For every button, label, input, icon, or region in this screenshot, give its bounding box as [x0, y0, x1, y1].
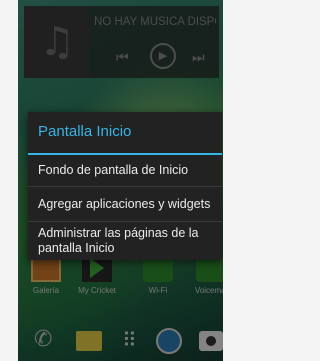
menu-item-manage-pages[interactable]: Administrar las páginas de la pantalla I…: [28, 222, 222, 260]
menu-item-label: Administrar las páginas de la pantalla I…: [38, 226, 199, 255]
menu-item-add-apps-widgets[interactable]: Agregar aplicaciones y widgets: [28, 187, 222, 222]
menu-item-wallpaper[interactable]: Fondo de pantalla de Inicio: [28, 155, 222, 187]
menu-item-label: Fondo de pantalla de Inicio: [38, 163, 189, 177]
home-screen-menu-dialog: Pantalla Inicio Fondo de pantalla de Ini…: [28, 112, 222, 260]
home-screen: ♫ NO HAY MÚSICA DISPONIBLE ⏮ ▶ ⏭ Galería…: [18, 0, 223, 361]
dialog-title: Pantalla Inicio: [28, 112, 222, 155]
menu-item-label: Agregar aplicaciones y widgets: [38, 196, 211, 211]
